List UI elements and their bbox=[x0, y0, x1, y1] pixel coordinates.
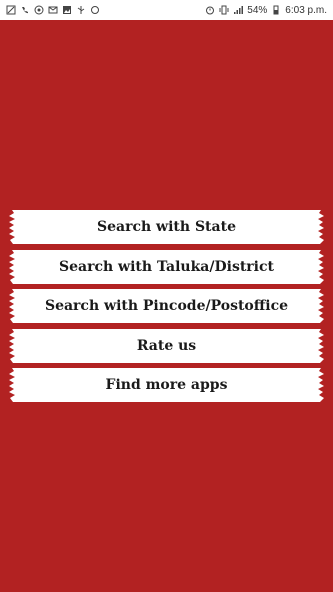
status-bar: 54% 6:03 p.m. bbox=[0, 0, 333, 20]
image-icon bbox=[63, 6, 71, 14]
whatsapp-icon bbox=[34, 5, 44, 15]
button-label: Search with Pincode/Postoffice bbox=[44, 298, 289, 314]
battery-text: 54% bbox=[247, 4, 268, 16]
usb-icon bbox=[77, 6, 85, 14]
status-left-icons bbox=[6, 5, 100, 15]
message-icon bbox=[48, 6, 58, 14]
search-with-taluka-district-button[interactable]: Search with Taluka/District bbox=[9, 249, 324, 284]
ring-icon bbox=[91, 6, 99, 14]
button-label: Search with Taluka/District bbox=[59, 258, 274, 275]
button-label: Rate us bbox=[136, 337, 197, 354]
button-label: Search with State bbox=[97, 219, 236, 235]
status-time: 6:03 p.m. bbox=[285, 4, 327, 16]
search-with-state-button[interactable]: Search with State bbox=[9, 210, 324, 244]
call-icon bbox=[22, 7, 28, 14]
signal-icon bbox=[234, 6, 244, 14]
rate-us-button[interactable]: Rate us bbox=[9, 328, 324, 363]
button-label: Find more apps bbox=[105, 377, 228, 393]
gallery-icon bbox=[6, 5, 16, 15]
battery-icon bbox=[273, 5, 279, 15]
status-right-icons: 54% 6:03 p.m. bbox=[205, 5, 327, 16]
alarm-icon bbox=[206, 6, 215, 15]
main-menu: Search with State Search with Taluka/Dis… bbox=[9, 210, 324, 408]
search-with-pincode-postoffice-button[interactable]: Search with Pincode/Postoffice bbox=[9, 289, 324, 323]
vibrate-icon bbox=[219, 5, 229, 15]
find-more-apps-button[interactable]: Find more apps bbox=[9, 368, 324, 402]
